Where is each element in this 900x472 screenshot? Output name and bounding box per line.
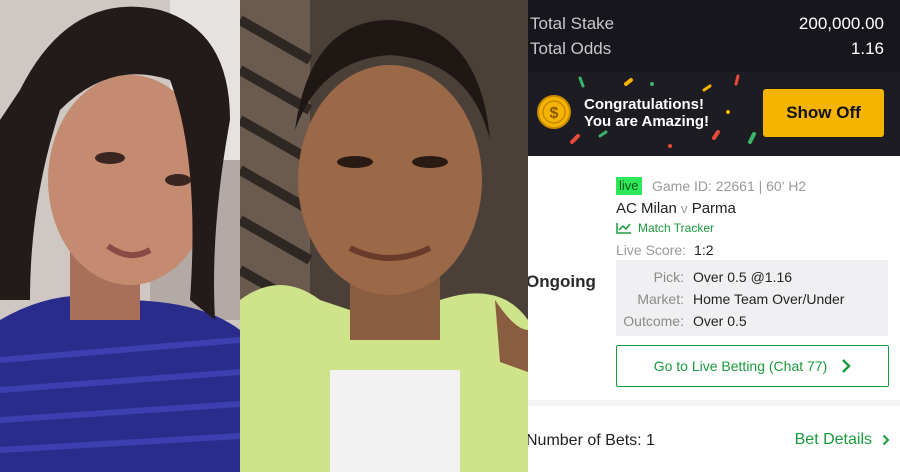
show-off-button[interactable]: Show Off [763, 89, 884, 137]
live-score-label: Live Score: [616, 242, 687, 258]
bet-details-label: Bet Details [794, 431, 872, 448]
bet-ticket: Ongoing live Game ID: 22661 | 60' H2 AC … [528, 156, 900, 391]
game-id-label: Game ID: 22661 | 60' H2 [652, 178, 807, 194]
total-odds-row: Total Odds 1.16 [530, 36, 884, 62]
congratulations-line-1: Congratulations! [584, 96, 704, 113]
total-stake-value: 200,000.00 [798, 14, 884, 33]
total-stake-row: Total Stake 200,000.00 [530, 11, 884, 37]
outcome-label: Outcome: [623, 313, 684, 329]
number-of-bets: Number of Bets: 1 [528, 432, 655, 449]
market-label: Market: [637, 291, 684, 307]
photo-left [0, 0, 240, 472]
match-tracker-label: Match Tracker [638, 221, 715, 235]
bets-footer: Number of Bets: 1 Bet Details [528, 406, 900, 472]
gold-coin-icon: $ [537, 95, 571, 129]
svg-text:$: $ [550, 105, 559, 122]
pick-value: Over 0.5 @1.16 [693, 269, 793, 285]
stake-summary: Total Stake 200,000.00 Total Odds 1.16 [528, 0, 900, 72]
home-team: AC Milan [616, 200, 677, 217]
go-to-live-betting-button[interactable]: Go to Live Betting (Chat 77) [616, 345, 889, 387]
away-team: Parma [691, 200, 736, 217]
bet-details-link[interactable]: Bet Details [795, 431, 890, 449]
portrait-middle-image [240, 0, 528, 472]
match-teams: AC Milan v Parma [616, 200, 736, 217]
chevron-right-icon [842, 359, 852, 373]
congratulations-line-2: You are Amazing! [584, 113, 710, 130]
market-value: Home Team Over/Under [693, 291, 845, 307]
congratulations-text: Congratulations! You are Amazing! [584, 96, 709, 130]
outcome-row: Outcome: Over 0.5 [616, 313, 888, 333]
bet-slip-panel: Total Stake 200,000.00 Total Odds 1.16 $ [528, 0, 900, 472]
market-row: Market: Home Team Over/Under [616, 291, 888, 311]
line-chart-icon [616, 223, 631, 234]
live-score-value: 1:2 [694, 242, 714, 258]
total-odds-value: 1.16 [850, 39, 884, 58]
outcome-value: Over 0.5 [693, 313, 747, 329]
total-odds-label: Total Odds [530, 39, 612, 58]
pick-row: Pick: Over 0.5 @1.16 [616, 269, 888, 289]
live-badge: live [616, 177, 642, 195]
live-betting-label: Go to Live Betting (Chat 77) [653, 358, 828, 374]
chevron-right-icon [882, 434, 890, 446]
total-stake-label: Total Stake [530, 14, 615, 33]
versus-label: v [681, 201, 688, 216]
selection-details: Pick: Over 0.5 @1.16 Market: Home Team O… [616, 260, 888, 336]
photo-middle [240, 0, 528, 472]
congratulations-banner: $ Congratulations! You are Amazing! Show… [528, 72, 900, 156]
pick-label: Pick: [653, 269, 684, 285]
bet-status-label: Ongoing [528, 272, 596, 291]
match-tracker-link[interactable]: Match Tracker [616, 221, 714, 235]
live-score-row: Live Score: 1:2 [616, 242, 714, 258]
portrait-left-image [0, 0, 240, 472]
